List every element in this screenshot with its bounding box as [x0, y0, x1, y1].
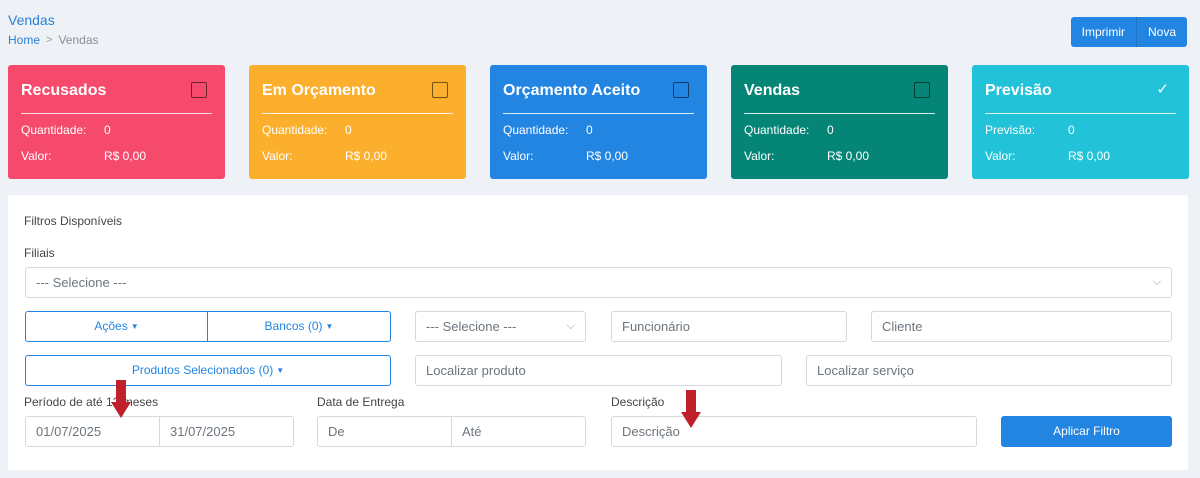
card-previsao[interactable]: Previsão ✓ Previsão: 0 Valor: R$ 0,00: [972, 65, 1189, 179]
chevron-down-icon: ⌵: [1152, 276, 1161, 288]
card-title: Recusados: [21, 82, 107, 99]
checkbox-icon[interactable]: [191, 82, 207, 98]
entrega-de-input[interactable]: De: [317, 416, 452, 447]
entrega-de-placeholder: De: [328, 424, 345, 439]
entrega-ate-placeholder: Até: [462, 424, 482, 439]
checkmark-icon[interactable]: ✓: [1156, 80, 1169, 98]
cliente-input[interactable]: Cliente: [871, 311, 1172, 342]
periodo-start-input[interactable]: 01/07/2025: [25, 416, 160, 447]
acoes-dropdown-button[interactable]: Ações ▼: [25, 311, 208, 342]
card-title: Previsão: [985, 82, 1052, 99]
bancos-dropdown-button[interactable]: Bancos (0) ▼: [207, 311, 391, 342]
card-value: 0: [104, 123, 111, 137]
annotation-arrow-down-icon: [681, 390, 701, 428]
card-title: Vendas: [744, 82, 801, 99]
checkbox-icon[interactable]: [432, 82, 448, 98]
entrega-ate-input[interactable]: Até: [451, 416, 586, 447]
filiais-label: Filiais: [24, 246, 55, 260]
card-value: R$ 0,00: [1068, 149, 1111, 163]
annotation-arrow-down-icon: [111, 380, 131, 418]
card-em-orcamento[interactable]: Em Orçamento Quantidade: 0 Valor: R$ 0,00: [249, 65, 466, 179]
page-title: Vendas: [8, 12, 55, 28]
divider: [503, 113, 694, 114]
bancos-label: Bancos (0): [264, 319, 323, 333]
card-value: 0: [827, 123, 834, 137]
funcionario-input[interactable]: Funcionário: [611, 311, 847, 342]
entrega-label: Data de Entrega: [317, 395, 405, 409]
card-label: Valor:: [985, 149, 1016, 163]
acoes-label: Ações: [94, 319, 128, 333]
card-label: Valor:: [262, 149, 293, 163]
checkbox-icon[interactable]: [673, 82, 689, 98]
select-value: --- Selecione ---: [426, 319, 517, 334]
card-label: Valor:: [21, 149, 52, 163]
localizar-servico-input[interactable]: Localizar serviço: [806, 355, 1172, 386]
divider: [262, 113, 453, 114]
produtos-label: Produtos Selecionados (0): [131, 363, 274, 377]
periodo-label: Período de até 12 meses: [24, 395, 159, 409]
card-label: Previsão:: [985, 123, 1036, 137]
card-title: Em Orçamento: [262, 82, 376, 99]
filters-heading: Filtros Disponíveis: [24, 214, 123, 228]
apply-filter-button[interactable]: Aplicar Filtro: [1001, 416, 1172, 447]
caret-down-icon: ▼: [130, 322, 139, 332]
periodo-end-input[interactable]: 31/07/2025: [159, 416, 294, 447]
caret-down-icon: ▼: [276, 366, 285, 376]
card-value: 0: [1068, 123, 1075, 137]
card-orcamento-aceito[interactable]: Orçamento Aceito Quantidade: 0 Valor: R$ 0…: [490, 65, 707, 179]
localizar-produto-input[interactable]: Localizar produto: [415, 355, 782, 386]
card-recusados[interactable]: Recusados Quantidade: 0 Valor: R$ 0,00: [8, 65, 225, 179]
divider: [985, 113, 1176, 114]
periodo-end-value: 31/07/2025: [170, 424, 236, 439]
servico-placeholder: Localizar serviço: [817, 363, 914, 378]
card-value: 0: [586, 123, 593, 137]
checkbox-icon[interactable]: [914, 82, 930, 98]
card-value: 0: [345, 123, 352, 137]
breadcrumb: Home > Vendas: [8, 33, 99, 47]
periodo-start-value: 01/07/2025: [36, 424, 102, 439]
card-label: Quantidade:: [503, 123, 569, 137]
produtos-dropdown-button[interactable]: Produtos Selecionados (0) ▼: [25, 355, 391, 386]
card-label: Quantidade:: [744, 123, 810, 137]
card-vendas[interactable]: Vendas Quantidade: 0 Valor: R$ 0,00: [731, 65, 948, 179]
breadcrumb-home-link[interactable]: Home: [8, 33, 40, 47]
card-label: Quantidade:: [21, 123, 87, 137]
chevron-right-icon: >: [46, 34, 53, 46]
generic-select[interactable]: --- Selecione --- ⌵: [415, 311, 586, 342]
filters-panel: Filtros Disponíveis Filiais --- Selecion…: [8, 195, 1188, 470]
descricao-label: Descrição: [611, 395, 665, 409]
cliente-placeholder: Cliente: [882, 319, 923, 334]
divider: [21, 113, 212, 114]
descricao-placeholder: Descrição: [622, 424, 680, 439]
breadcrumb-current: Vendas: [58, 33, 99, 47]
caret-down-icon: ▼: [325, 322, 334, 332]
funcionario-placeholder: Funcionário: [622, 319, 690, 334]
chevron-down-icon: ⌵: [566, 320, 575, 332]
print-button[interactable]: Imprimir: [1070, 17, 1137, 47]
card-value: R$ 0,00: [104, 149, 147, 163]
filiais-value: --- Selecione ---: [36, 275, 127, 290]
card-value: R$ 0,00: [586, 149, 629, 163]
produto-placeholder: Localizar produto: [426, 363, 526, 378]
descricao-input[interactable]: Descrição: [611, 416, 977, 447]
card-value: R$ 0,00: [345, 149, 388, 163]
filiais-select[interactable]: --- Selecione --- ⌵: [25, 267, 1172, 298]
header-actions: Imprimir Nova: [1070, 17, 1187, 47]
card-label: Quantidade:: [262, 123, 328, 137]
divider: [744, 113, 935, 114]
card-label: Valor:: [503, 149, 534, 163]
card-title: Orçamento Aceito: [503, 82, 641, 99]
card-label: Valor:: [744, 149, 775, 163]
new-button[interactable]: Nova: [1136, 17, 1187, 47]
card-value: R$ 0,00: [827, 149, 870, 163]
